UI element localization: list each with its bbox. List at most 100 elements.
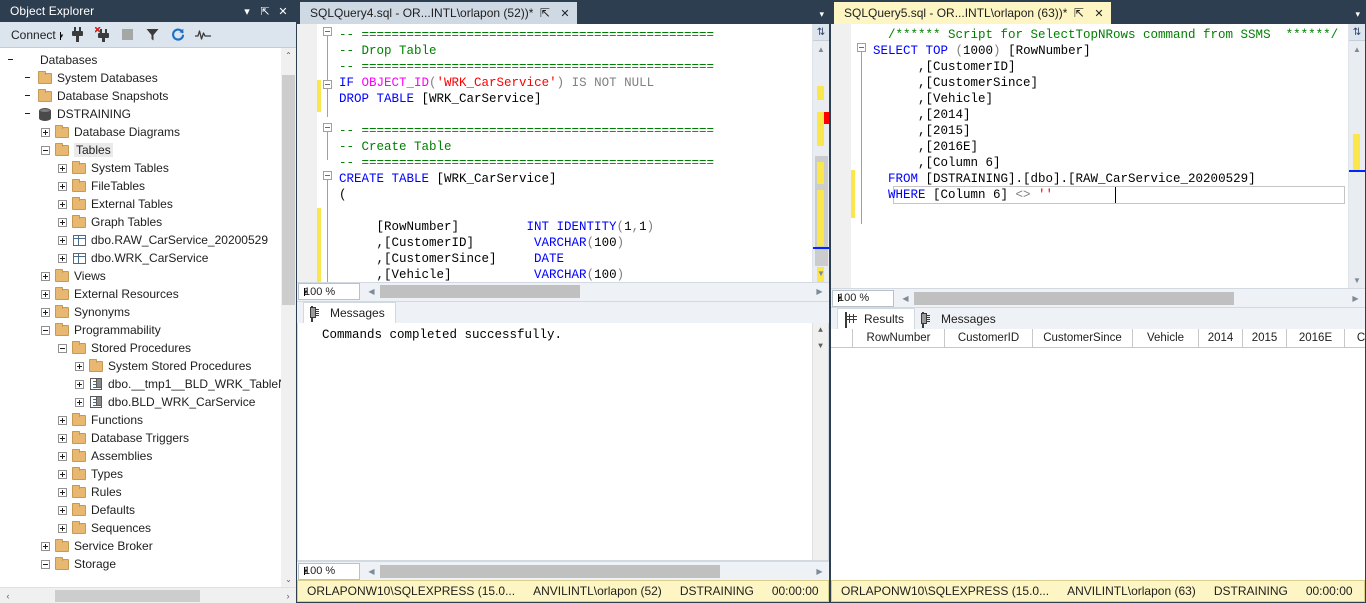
grid-column-header[interactable]: RowNumber (853, 329, 945, 347)
auto-hide-pin-icon[interactable]: ⇱ (256, 2, 274, 20)
expand-icon[interactable] (55, 485, 70, 500)
tree-node-database-diagrams[interactable]: Database Diagrams (0, 123, 296, 141)
object-explorer-tree[interactable]: Databases System Databases Database Snapsh… (0, 48, 296, 587)
tree-node-database-triggers[interactable]: Database Triggers (0, 429, 296, 447)
expand-icon[interactable] (38, 539, 53, 554)
hscroll-left-arrow[interactable]: ◀ (364, 283, 379, 300)
expand-icon[interactable] (38, 125, 53, 140)
connect-icon[interactable] (67, 25, 89, 45)
right-code-area[interactable]: /****** Script for SelectTopNRows comman… (831, 24, 1365, 288)
tree-node-dbo-tmp1-bld-wrk-tablenam[interactable]: dbo.__tmp1__BLD_WRK_TableNam (0, 375, 296, 393)
tree-node-functions[interactable]: Functions (0, 411, 296, 429)
tab-list-dropdown-icon[interactable]: ▾ (819, 9, 824, 20)
messages-output[interactable]: Commands completed successfully. ▲ ▼ (297, 322, 829, 561)
expand-icon[interactable] (38, 287, 53, 302)
editor-scroll-up-arrow[interactable]: ▲ (813, 41, 829, 57)
editor-scroll-down-arrow[interactable]: ▼ (1349, 272, 1365, 288)
refresh-icon[interactable] (167, 25, 189, 45)
tree-node-dbo-raw-carservice-20200529[interactable]: dbo.RAW_CarService_20200529 (0, 231, 296, 249)
window-menu-icon[interactable]: ▾ (238, 2, 256, 20)
zoom-level-select[interactable]: 100 % ▾ (832, 289, 894, 307)
left-code-area[interactable]: -- =====================================… (297, 24, 829, 282)
tree-node-system-tables[interactable]: System Tables (0, 159, 296, 177)
tree-node-filetables[interactable]: FileTables (0, 177, 296, 195)
expand-icon[interactable] (55, 503, 70, 518)
filter-icon[interactable] (142, 25, 164, 45)
scroll-left-arrow[interactable]: ‹ (0, 591, 16, 601)
tree-node-external-resources[interactable]: External Resources (0, 285, 296, 303)
tree-hscroll-thumb[interactable] (55, 590, 200, 602)
tab-results[interactable]: Results (837, 308, 916, 329)
expand-icon[interactable] (72, 395, 87, 410)
right-editor-hscrollbar[interactable]: ◀ ▶ (898, 290, 1365, 307)
tab-sqlquery4[interactable]: SQLQuery4.sql - OR...INTL\orlapon (52))*… (300, 2, 578, 24)
grid-column-header[interactable]: 2014 (1199, 329, 1243, 347)
expand-icon[interactable] (38, 305, 53, 320)
tree-node-tables[interactable]: Tables (0, 141, 296, 159)
tree-node-storage[interactable]: Storage (0, 555, 296, 573)
left-editor-hscrollbar[interactable]: ◀ ▶ (364, 283, 829, 300)
right-outlining-margin[interactable] (855, 24, 869, 288)
hscroll-right-arrow[interactable]: ▶ (1348, 290, 1363, 307)
tree-node-dstraining[interactable]: DSTRAINING (0, 105, 296, 123)
hscroll-thumb[interactable] (380, 285, 580, 298)
messages-scroll-down-arrow[interactable]: ▼ (813, 339, 828, 355)
expand-icon[interactable] (55, 521, 70, 536)
scroll-right-arrow[interactable]: › (280, 591, 296, 601)
tree-node-programmability[interactable]: Programmability (0, 321, 296, 339)
stop-icon[interactable] (117, 25, 139, 45)
split-view-icon[interactable]: ⇅ (813, 24, 829, 41)
connect-button[interactable]: Connect ▾ (8, 26, 64, 44)
tab-close-icon[interactable]: ✕ (556, 5, 573, 22)
expand-icon[interactable] (55, 179, 70, 194)
left-editor-vscrollbar[interactable]: ⇅ ▲ ▼ (812, 24, 829, 282)
tree-node-external-tables[interactable]: External Tables (0, 195, 296, 213)
scroll-down-arrow[interactable]: ⌄ (281, 572, 296, 587)
tab-list-dropdown-icon[interactable]: ▾ (1355, 9, 1360, 20)
tree-node-types[interactable]: Types (0, 465, 296, 483)
grid-column-header[interactable]: Vehicle (1133, 329, 1199, 347)
tab-close-icon[interactable]: ✕ (1090, 5, 1107, 22)
messages-zoom-level-select[interactable]: 100 % ▾ (298, 562, 360, 580)
tree-node-databases[interactable]: Databases (0, 51, 296, 69)
tree-vertical-scrollbar[interactable]: ⌃ ⌄ (281, 48, 296, 587)
tab-pin-icon[interactable]: ⇱ (1070, 5, 1087, 22)
editor-scroll-up-arrow[interactable]: ▲ (1349, 41, 1365, 57)
tree-node-graph-tables[interactable]: Graph Tables (0, 213, 296, 231)
tree-node-defaults[interactable]: Defaults (0, 501, 296, 519)
collapse-icon[interactable] (38, 323, 53, 338)
grid-column-header[interactable]: CustomerSince (1033, 329, 1133, 347)
grid-column-header[interactable]: 2015 (1243, 329, 1287, 347)
messages-vscrollbar[interactable]: ▲ ▼ (812, 322, 828, 560)
hscroll-thumb[interactable] (380, 564, 720, 578)
results-grid[interactable]: RowNumber CustomerID CustomerSince Vehicle 2… (831, 329, 1365, 580)
collapse-icon[interactable] (55, 341, 70, 356)
collapse-icon[interactable] (38, 143, 53, 158)
tree-node-assemblies[interactable]: Assemblies (0, 447, 296, 465)
close-icon[interactable]: ✕ (274, 2, 292, 20)
scroll-up-arrow[interactable]: ⌃ (281, 48, 296, 63)
tree-horizontal-scrollbar[interactable]: ‹ › (0, 587, 296, 603)
tree-node-dbo-bld-wrk-carservice[interactable]: dbo.BLD_WRK_CarService (0, 393, 296, 411)
expand-icon[interactable] (72, 359, 87, 374)
expand-icon[interactable] (55, 197, 70, 212)
tree-node-rules[interactable]: Rules (0, 483, 296, 501)
hscroll-right-arrow[interactable]: ▶ (812, 283, 827, 300)
collapse-icon[interactable] (38, 557, 53, 572)
tree-node-database-snapshots[interactable]: Database Snapshots (0, 87, 296, 105)
hscroll-right-arrow[interactable]: ▶ (812, 563, 827, 580)
tree-node-system-stored-procedures[interactable]: System Stored Procedures (0, 357, 296, 375)
right-editor-vscrollbar[interactable]: ⇅ ▲ ▼ (1348, 24, 1365, 288)
grid-column-header[interactable]: Column 6 (1345, 329, 1365, 347)
tree-node-views[interactable]: Views (0, 267, 296, 285)
grid-corner-cell[interactable] (831, 329, 853, 347)
expand-icon[interactable] (55, 449, 70, 464)
grid-column-header[interactable]: CustomerID (945, 329, 1033, 347)
left-messages-hscrollbar[interactable]: ◀ ▶ (364, 563, 829, 580)
expand-icon[interactable] (55, 251, 70, 266)
tree-node-sequences[interactable]: Sequences (0, 519, 296, 537)
tree-node-system-databases[interactable]: System Databases (0, 69, 296, 87)
expand-icon[interactable] (55, 215, 70, 230)
left-outlining-margin[interactable] (321, 24, 335, 282)
tree-node-synonyms[interactable]: Synonyms (0, 303, 296, 321)
